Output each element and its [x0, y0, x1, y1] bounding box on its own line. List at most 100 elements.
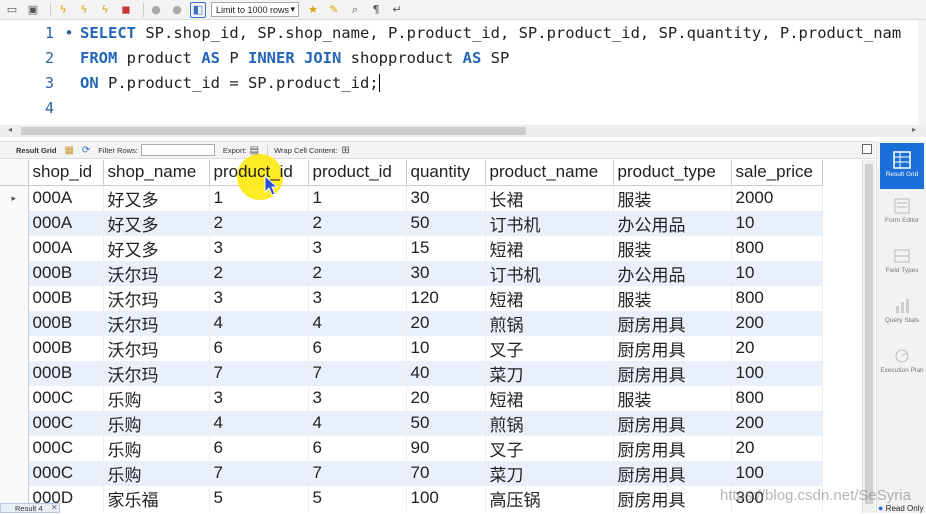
- table-cell[interactable]: 好又多: [103, 210, 210, 236]
- table-cell[interactable]: 厨房用具: [613, 360, 732, 386]
- save-icon[interactable]: ▣: [25, 2, 41, 18]
- table-cell[interactable]: 6: [308, 335, 407, 361]
- wrap-cell-icon[interactable]: ⊞: [341, 145, 349, 156]
- table-row[interactable]: 000D 家乐福 5 5 100 高压锅 厨房用具 300: [0, 485, 823, 511]
- row-header[interactable]: [0, 210, 29, 236]
- table-cell[interactable]: 厨房用具: [613, 410, 732, 436]
- table-cell[interactable]: 好又多: [103, 235, 210, 261]
- wrap-lines-icon[interactable]: ↵: [389, 2, 405, 18]
- row-header[interactable]: [0, 385, 29, 411]
- query-stats-side-button[interactable]: Query Stats: [880, 293, 924, 339]
- commit-icon[interactable]: ●: [148, 2, 164, 18]
- table-cell[interactable]: 乐购: [103, 435, 210, 461]
- scroll-right-icon[interactable]: ▸: [912, 125, 916, 134]
- table-cell[interactable]: 40: [406, 360, 486, 386]
- table-cell[interactable]: 800: [731, 285, 823, 311]
- table-cell[interactable]: 高压锅: [485, 485, 614, 511]
- execute-icon[interactable]: ϟ: [55, 2, 71, 18]
- table-row[interactable]: 000C 乐购 7 7 70 菜刀 厨房用具 100: [0, 460, 823, 486]
- table-cell[interactable]: 5: [308, 485, 407, 511]
- table-cell[interactable]: 000C: [28, 435, 104, 461]
- bookmark-icon[interactable]: ★: [305, 2, 321, 18]
- execution-plan-side-button[interactable]: Execution Plan: [880, 343, 924, 389]
- table-cell[interactable]: 厨房用具: [613, 485, 732, 511]
- table-cell[interactable]: 200: [731, 310, 823, 336]
- limit-rows-select[interactable]: Limit to 1000 rows ▾: [211, 2, 299, 17]
- column-header[interactable]: product_name: [485, 160, 614, 186]
- column-header[interactable]: quantity: [406, 160, 486, 186]
- table-cell[interactable]: 煎锅: [485, 410, 614, 436]
- table-cell[interactable]: 厨房用具: [613, 310, 732, 336]
- table-cell[interactable]: 10: [731, 260, 823, 286]
- table-cell[interactable]: 4: [209, 310, 309, 336]
- table-row[interactable]: 000C 乐购 3 3 20 短裙 服装 800: [0, 385, 823, 411]
- rollback-icon[interactable]: ●: [169, 2, 185, 18]
- table-cell[interactable]: 厨房用具: [613, 460, 732, 486]
- column-header[interactable]: shop_name: [103, 160, 210, 186]
- table-cell[interactable]: 乐购: [103, 410, 210, 436]
- table-cell[interactable]: 30: [406, 185, 486, 211]
- table-cell[interactable]: 000B: [28, 360, 104, 386]
- field-types-side-button[interactable]: Field Types: [880, 243, 924, 289]
- table-row[interactable]: 000B 沃尔玛 6 6 10 叉子 厨房用具 20: [0, 335, 823, 361]
- table-row[interactable]: 000A 好又多 2 2 50 订书机 办公用品 10: [0, 210, 823, 236]
- stop-icon[interactable]: ◼: [118, 2, 134, 18]
- table-cell[interactable]: 厨房用具: [613, 435, 732, 461]
- scrollbar-thumb[interactable]: [21, 127, 526, 135]
- table-cell[interactable]: 厨房用具: [613, 335, 732, 361]
- filter-rows-input[interactable]: [140, 144, 215, 156]
- table-cell[interactable]: 沃尔玛: [103, 310, 210, 336]
- table-cell[interactable]: 叉子: [485, 435, 614, 461]
- table-cell[interactable]: 菜刀: [485, 360, 614, 386]
- table-cell[interactable]: 沃尔玛: [103, 335, 210, 361]
- sql-editor[interactable]: 1 • SELECT SP.shop_id, SP.shop_name, P.p…: [0, 20, 918, 125]
- table-cell[interactable]: 短裙: [485, 235, 614, 261]
- table-cell[interactable]: 20: [406, 385, 486, 411]
- column-header[interactable]: product_id: [308, 160, 407, 186]
- editor-horizontal-scrollbar[interactable]: ◂ ▸: [0, 125, 926, 137]
- table-cell[interactable]: 3: [209, 285, 309, 311]
- close-tab-icon[interactable]: ✕: [51, 503, 58, 512]
- table-cell[interactable]: 5: [209, 485, 309, 511]
- table-cell[interactable]: 7: [209, 360, 309, 386]
- table-cell[interactable]: 000C: [28, 410, 104, 436]
- table-cell[interactable]: 7: [308, 460, 407, 486]
- column-header[interactable]: product_type: [613, 160, 732, 186]
- refresh-icon[interactable]: ⟳: [82, 145, 90, 156]
- table-cell[interactable]: 000A: [28, 185, 104, 211]
- table-cell[interactable]: 000A: [28, 210, 104, 236]
- table-cell[interactable]: 20: [731, 335, 823, 361]
- table-cell[interactable]: 200: [731, 410, 823, 436]
- table-cell[interactable]: 乐购: [103, 460, 210, 486]
- table-cell[interactable]: 20: [731, 435, 823, 461]
- row-header[interactable]: [0, 260, 29, 286]
- table-cell[interactable]: 3: [209, 385, 309, 411]
- result-grid-side-button[interactable]: Result Grid: [880, 143, 924, 189]
- table-cell[interactable]: 好又多: [103, 185, 210, 211]
- table-cell[interactable]: 2: [308, 260, 407, 286]
- table-cell[interactable]: 乐购: [103, 385, 210, 411]
- column-header[interactable]: sale_price: [731, 160, 823, 186]
- table-row[interactable]: ▸ 000A 好又多 1 1 30 长裙 服装 2000: [0, 185, 823, 211]
- column-header[interactable]: product_id: [209, 160, 309, 186]
- table-cell[interactable]: 2: [209, 210, 309, 236]
- table-cell[interactable]: 6: [209, 335, 309, 361]
- table-row[interactable]: 000B 沃尔玛 7 7 40 菜刀 厨房用具 100: [0, 360, 823, 386]
- table-cell[interactable]: 10: [406, 335, 486, 361]
- table-cell[interactable]: 3: [209, 235, 309, 261]
- table-cell[interactable]: 20: [406, 310, 486, 336]
- table-cell[interactable]: 100: [731, 360, 823, 386]
- table-cell[interactable]: 000B: [28, 260, 104, 286]
- grid-vertical-scrollbar[interactable]: [862, 160, 875, 513]
- table-cell[interactable]: 100: [406, 485, 486, 511]
- row-header[interactable]: [0, 410, 29, 436]
- form-editor-side-button[interactable]: Form Editor: [880, 193, 924, 239]
- table-cell[interactable]: 服装: [613, 235, 732, 261]
- table-row[interactable]: 000C 乐购 4 4 50 煎锅 厨房用具 200: [0, 410, 823, 436]
- editor-vertical-scrollbar[interactable]: [918, 20, 926, 125]
- table-cell[interactable]: 000C: [28, 460, 104, 486]
- table-cell[interactable]: 短裙: [485, 285, 614, 311]
- table-cell[interactable]: 50: [406, 210, 486, 236]
- row-header[interactable]: [0, 285, 29, 311]
- row-header[interactable]: [0, 435, 29, 461]
